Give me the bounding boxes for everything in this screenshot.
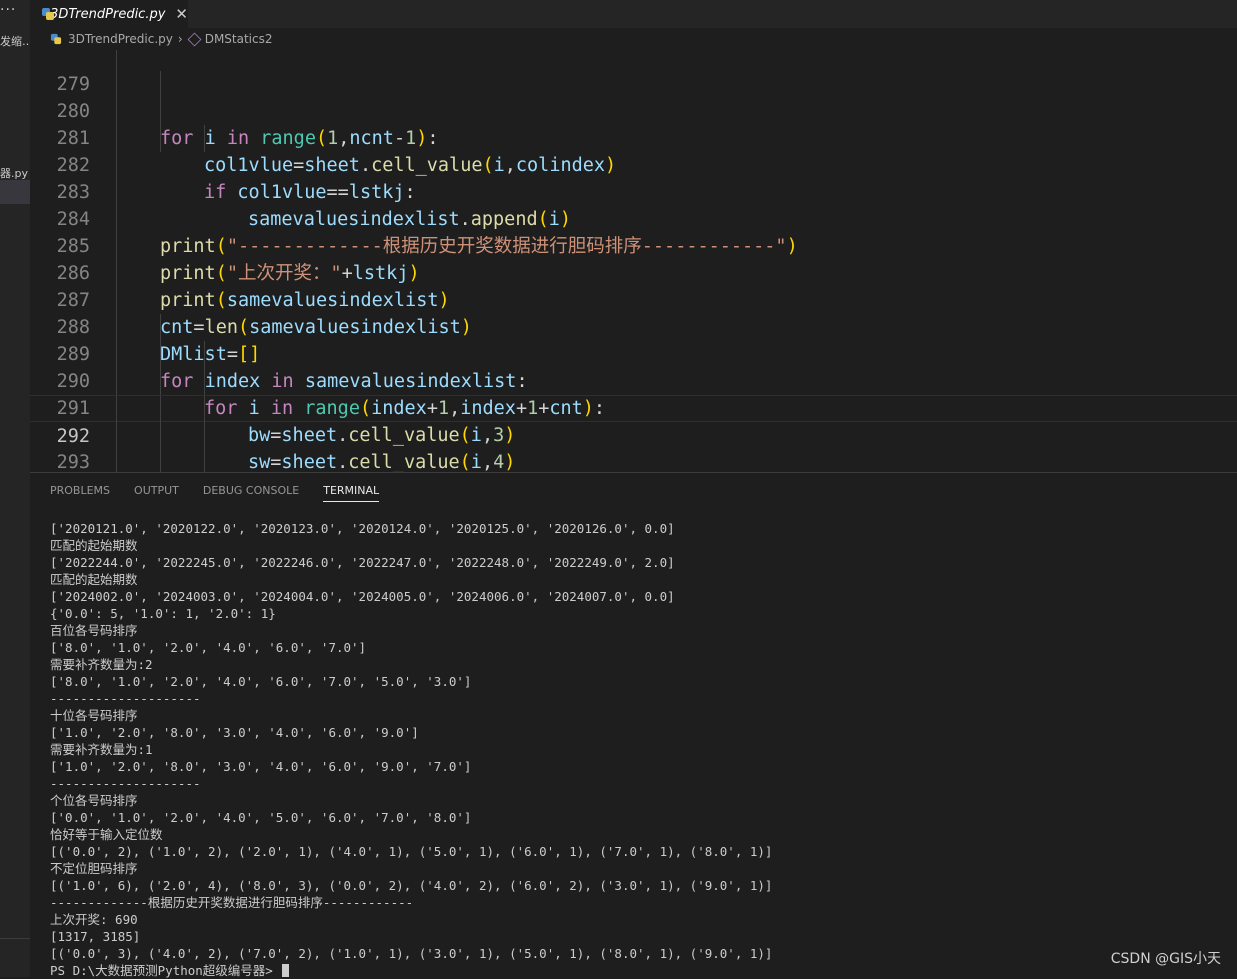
terminal-line: 个位各号码排序: [50, 793, 138, 808]
code-line[interactable]: 283 print("-------------根据历史开奖数据进行胆码排序--…: [30, 152, 1237, 257]
terminal-line: ['2022244.0', '2022245.0', '2022246.0', …: [50, 555, 675, 570]
code-line-current[interactable]: 292 gw=sheet.cell_value(i,5): [30, 395, 1237, 447]
code-line[interactable]: 285 print(samevaluesindexlist): [30, 206, 1237, 311]
breadcrumb: 3DTrendPredic.py › DMStatics2: [30, 28, 1237, 50]
tab-output[interactable]: OUTPUT: [134, 484, 179, 502]
explorer-selected-item[interactable]: [0, 180, 30, 204]
terminal-line: ['8.0', '1.0', '2.0', '4.0', '6.0', '7.0…: [50, 640, 367, 655]
more-actions-icon[interactable]: ···: [0, 2, 16, 18]
breadcrumb-file[interactable]: 3DTrendPredic.py: [68, 32, 173, 46]
terminal-prompt-line[interactable]: PS D:\大数据预测Python超级编号器>: [50, 962, 1237, 979]
terminal-line: -------------根据历史开奖数据进行胆码排序------------: [50, 895, 414, 910]
python-file-icon: [42, 8, 55, 20]
tab-debug-console[interactable]: DEBUG CONSOLE: [203, 484, 299, 502]
code-line[interactable]: 281 if col1vlue==lstkj:: [30, 98, 1237, 203]
terminal-line: 匹配的起始期数: [50, 538, 138, 553]
code-line[interactable]: 287 DMlist=[]: [30, 260, 1237, 365]
terminal-line: ['2020121.0', '2020122.0', '2020123.0', …: [50, 521, 675, 536]
terminal-line: 十位各号码排序: [50, 708, 138, 723]
terminal-line: 百位各号码排序: [50, 623, 138, 638]
terminal-prompt: PS D:\大数据预测Python超级编号器>: [50, 963, 281, 978]
terminal-line: ['1.0', '2.0', '8.0', '3.0', '4.0', '6.0…: [50, 759, 472, 774]
editor-tab-bar: 3DTrendPredic.py ✕: [30, 0, 1237, 28]
terminal-output[interactable]: ['2020121.0', '2020122.0', '2020123.0', …: [50, 520, 1237, 979]
terminal-line: ['8.0', '1.0', '2.0', '4.0', '6.0', '7.0…: [50, 674, 472, 689]
tab-terminal[interactable]: TERMINAL: [323, 484, 380, 502]
terminal-line: ['0.0', '1.0', '2.0', '4.0', '5.0', '6.0…: [50, 810, 472, 825]
terminal-line: 恰好等于输入定位数: [50, 827, 163, 842]
terminal-line: {'0.0': 5, '1.0': 1, '2.0': 1}: [50, 606, 276, 621]
code-line[interactable]: 282 samevaluesindexlist.append(i): [30, 125, 1237, 230]
terminal-line: ['1.0', '2.0', '8.0', '3.0', '4.0', '6.0…: [50, 725, 419, 740]
explorer-item-fragment[interactable]: 发缩…: [0, 33, 30, 49]
terminal-line: --------------------: [50, 776, 201, 791]
breadcrumb-symbol[interactable]: DMStatics2: [205, 32, 273, 46]
divider: [0, 938, 30, 939]
explorer-sidebar: ··· 发缩… 器.py: [0, 0, 30, 977]
code-line[interactable]: 280 col1vlue=sheet.cell_value(i,colindex…: [30, 71, 1237, 176]
terminal-line: 上次开奖: 690: [50, 912, 138, 927]
terminal-line: ['2024002.0', '2024003.0', '2024004.0', …: [50, 589, 675, 604]
terminal-line: 不定位胆码排序: [50, 861, 138, 876]
tab-label: 3DTrendPredic.py: [50, 6, 166, 22]
code-line[interactable]: 286 cnt=len(samevaluesindexlist): [30, 233, 1237, 338]
code-editor[interactable]: 279 for i in range(1,ncnt-1): 280 col1vl…: [30, 50, 1237, 472]
code-line[interactable]: 279 for i in range(1,ncnt-1):: [30, 50, 1237, 149]
terminal-line: --------------------: [50, 691, 201, 706]
terminal-line: [1317, 3185]: [50, 929, 141, 944]
editor-tab[interactable]: 3DTrendPredic.py ✕: [30, 0, 188, 28]
chevron-right-icon: ›: [177, 32, 183, 46]
tab-problems[interactable]: PROBLEMS: [50, 484, 110, 502]
terminal-line: 需要补齐数量为:1: [50, 742, 153, 757]
code-line[interactable]: 293 DMlist.append(bw): [30, 422, 1237, 472]
watermark: CSDN @GIS小天: [1110, 951, 1221, 967]
terminal-line: 匹配的起始期数: [50, 572, 138, 587]
bottom-panel: PROBLEMS OUTPUT DEBUG CONSOLE TERMINAL […: [30, 472, 1237, 979]
code-line[interactable]: 294 DMlist.append(sw): [30, 449, 1237, 472]
code-line[interactable]: 290 bw=sheet.cell_value(i,3): [30, 341, 1237, 446]
terminal-line: [('0.0', 2), ('1.0', 2), ('2.0', 1), ('4…: [50, 844, 773, 859]
symbol-method-icon: [187, 32, 202, 46]
code-line[interactable]: 284 print("上次开奖："+lstkj): [30, 179, 1237, 284]
terminal-line: 需要补齐数量为:2: [50, 657, 153, 672]
code-line[interactable]: 289 for i in range(index+1,index+1+cnt):: [30, 314, 1237, 419]
close-icon[interactable]: ✕: [175, 5, 188, 23]
terminal-cursor: [282, 964, 290, 977]
code-line[interactable]: 291 sw=sheet.cell_value(i,4): [30, 368, 1237, 472]
terminal-line: [('0.0', 3), ('4.0', 2), ('7.0', 2), ('1…: [50, 946, 773, 961]
explorer-item-fragment[interactable]: 器.py: [0, 165, 28, 181]
terminal-line: [('1.0', 6), ('2.0', 4), ('8.0', 3), ('0…: [50, 878, 773, 893]
python-file-icon: [50, 33, 62, 45]
code-line[interactable]: 288 for index in samevaluesindexlist:: [30, 287, 1237, 392]
panel-tabs: PROBLEMS OUTPUT DEBUG CONSOLE TERMINAL: [50, 484, 403, 502]
